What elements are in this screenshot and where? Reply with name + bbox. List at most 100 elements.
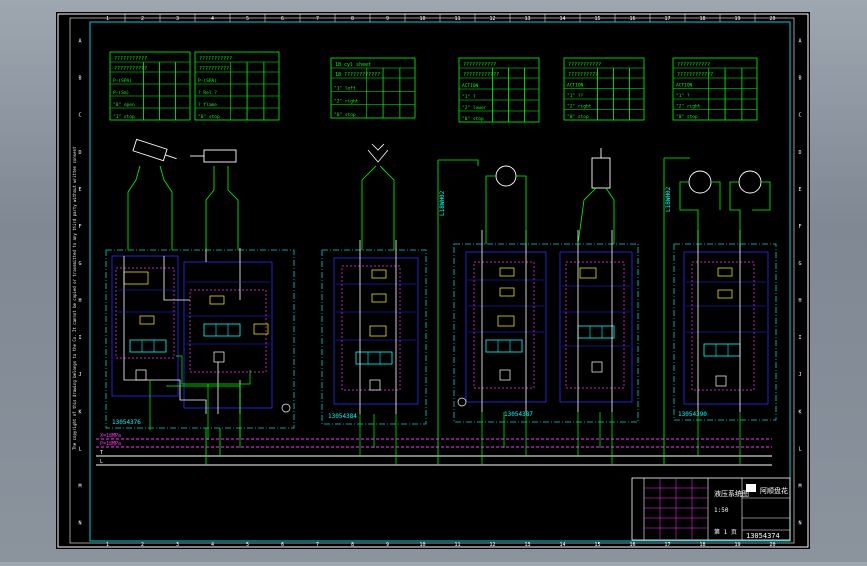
column-label-top: 4 xyxy=(211,16,214,22)
row-label-right: A xyxy=(798,39,801,45)
table-header: ?????????? xyxy=(199,66,229,72)
row-label-left: G xyxy=(78,261,81,267)
table-row-label: "2" right xyxy=(676,104,701,110)
table-title: ??????????? xyxy=(199,56,232,62)
pipe-label-2: L18WH02 xyxy=(665,186,672,212)
table-header: 18 ???????????? xyxy=(335,72,380,78)
column-label-bottom: 19 xyxy=(734,542,740,548)
table-header: ???????????? xyxy=(463,72,499,78)
row-label-right: C xyxy=(798,113,801,119)
table-title: ??????????? xyxy=(114,56,147,62)
column-label-top: 9 xyxy=(386,16,389,22)
hydraulic-schematic-drawing: 1122334455667788991010111112121313141415… xyxy=(56,12,810,549)
column-label-bottom: 4 xyxy=(211,542,214,548)
table-row-label: "0" stop xyxy=(462,116,484,122)
table-header: ??????????? xyxy=(114,66,147,72)
column-label-bottom: 14 xyxy=(559,542,565,548)
cad-viewport[interactable]: 1 1 2 2 3 3 4 4 5 5 6 6 7 7 8 8 9 9 10 10 11 11 12 12 13 13 14 14 15… xyxy=(0,0,867,562)
column-label-top: 18 xyxy=(699,16,705,22)
table-row-label: "2" right xyxy=(567,104,592,110)
row-label-right: N xyxy=(798,520,801,526)
block-2-id: 13054384 xyxy=(328,413,357,420)
row-label-left: F xyxy=(78,224,81,230)
table-row-label: ACTION xyxy=(462,83,479,89)
table-title: ??????????? xyxy=(677,62,710,68)
column-label-top: 5 xyxy=(246,16,249,22)
table-header: ?????????? xyxy=(568,72,598,78)
rail-label-p: P=18MPa xyxy=(100,441,121,447)
column-label-bottom: 17 xyxy=(664,542,670,548)
column-label-top: 11 xyxy=(454,16,460,22)
table-row-label: "0" stop xyxy=(676,114,698,120)
row-label-right: G xyxy=(798,261,801,267)
column-label-top: 2 xyxy=(141,16,144,22)
column-label-top: 10 xyxy=(419,16,425,22)
column-label-bottom: 2 xyxy=(141,542,144,548)
row-label-right: J xyxy=(798,372,801,378)
table-row-label: ? flame xyxy=(198,102,217,108)
rail-label-t: T xyxy=(100,450,103,456)
row-label-right: M xyxy=(798,483,801,489)
column-label-bottom: 12 xyxy=(489,542,495,548)
row-label-right: K xyxy=(798,409,801,415)
table-row-label: "0" stop xyxy=(567,114,589,120)
row-label-left: L xyxy=(78,446,81,452)
row-label-right: E xyxy=(798,187,801,193)
column-label-top: 13 xyxy=(524,16,530,22)
block-4-id: 13054390 xyxy=(678,411,707,418)
column-label-bottom: 11 xyxy=(454,542,460,548)
column-label-top: 14 xyxy=(559,16,565,22)
column-label-top: 12 xyxy=(489,16,495,22)
column-label-bottom: 1 xyxy=(106,542,109,548)
row-label-right: L xyxy=(798,446,801,452)
drawing-sheet-number: 第 1 页 xyxy=(714,528,737,536)
row-label-left: K xyxy=(78,409,81,415)
rail-label-x: X=18MPa xyxy=(100,433,121,439)
table-row-label: "0" stop xyxy=(334,112,356,118)
column-label-top: 19 xyxy=(734,16,740,22)
row-label-left: B xyxy=(78,76,81,82)
row-label-right: D xyxy=(798,150,801,156)
table-row-label: "1" ? xyxy=(462,94,476,100)
rail-label-l: L xyxy=(100,459,103,465)
column-label-bottom: 16 xyxy=(629,542,635,548)
side-copyright-note: The copyright of this drawing belongs to… xyxy=(72,146,77,450)
table-title: ??????????? xyxy=(568,62,601,68)
column-label-top: 3 xyxy=(176,16,179,22)
column-label-bottom: 5 xyxy=(246,542,249,548)
row-label-left: D xyxy=(78,150,81,156)
block-3-id: 13054387 xyxy=(504,411,533,418)
column-label-bottom: 18 xyxy=(699,542,705,548)
column-label-bottom: 20 xyxy=(769,542,775,548)
column-label-bottom: 8 xyxy=(351,542,354,548)
row-label-left: I xyxy=(78,335,81,341)
table-row-label: "0" open xyxy=(113,102,135,108)
table-row-label: ACTION xyxy=(676,83,693,89)
row-label-right: I xyxy=(798,335,801,341)
table-row-label: ? Rel ? xyxy=(198,90,217,96)
column-label-top: 7 xyxy=(316,16,319,22)
table-row-label: "1" ?? xyxy=(567,93,584,99)
table-row-label: P-(Sm) xyxy=(113,90,129,96)
row-label-left: E xyxy=(78,187,81,193)
table-row-label: "0" stop xyxy=(198,114,220,120)
table-row-label: "1" stop xyxy=(113,114,135,120)
row-label-right: F xyxy=(798,224,801,230)
column-label-bottom: 15 xyxy=(594,542,600,548)
block-1-id: 13054376 xyxy=(112,419,141,426)
column-label-top: 20 xyxy=(769,16,775,22)
row-label-right: H xyxy=(798,298,801,304)
column-label-top: 6 xyxy=(281,16,284,22)
column-label-bottom: 10 xyxy=(419,542,425,548)
drawing-name: 液压系统图 xyxy=(714,489,749,498)
column-label-top: 17 xyxy=(664,16,670,22)
row-label-left: H xyxy=(78,298,81,304)
table-title: ??????????? xyxy=(463,62,496,68)
column-label-top: 1 xyxy=(106,16,109,22)
column-label-bottom: 3 xyxy=(176,542,179,548)
drawing-sheet xyxy=(56,12,810,549)
table-row-label: "1" left xyxy=(334,85,356,91)
company-name: 阿顺盘花 xyxy=(760,486,788,495)
row-label-left: N xyxy=(78,520,81,526)
column-label-bottom: 6 xyxy=(281,542,284,548)
